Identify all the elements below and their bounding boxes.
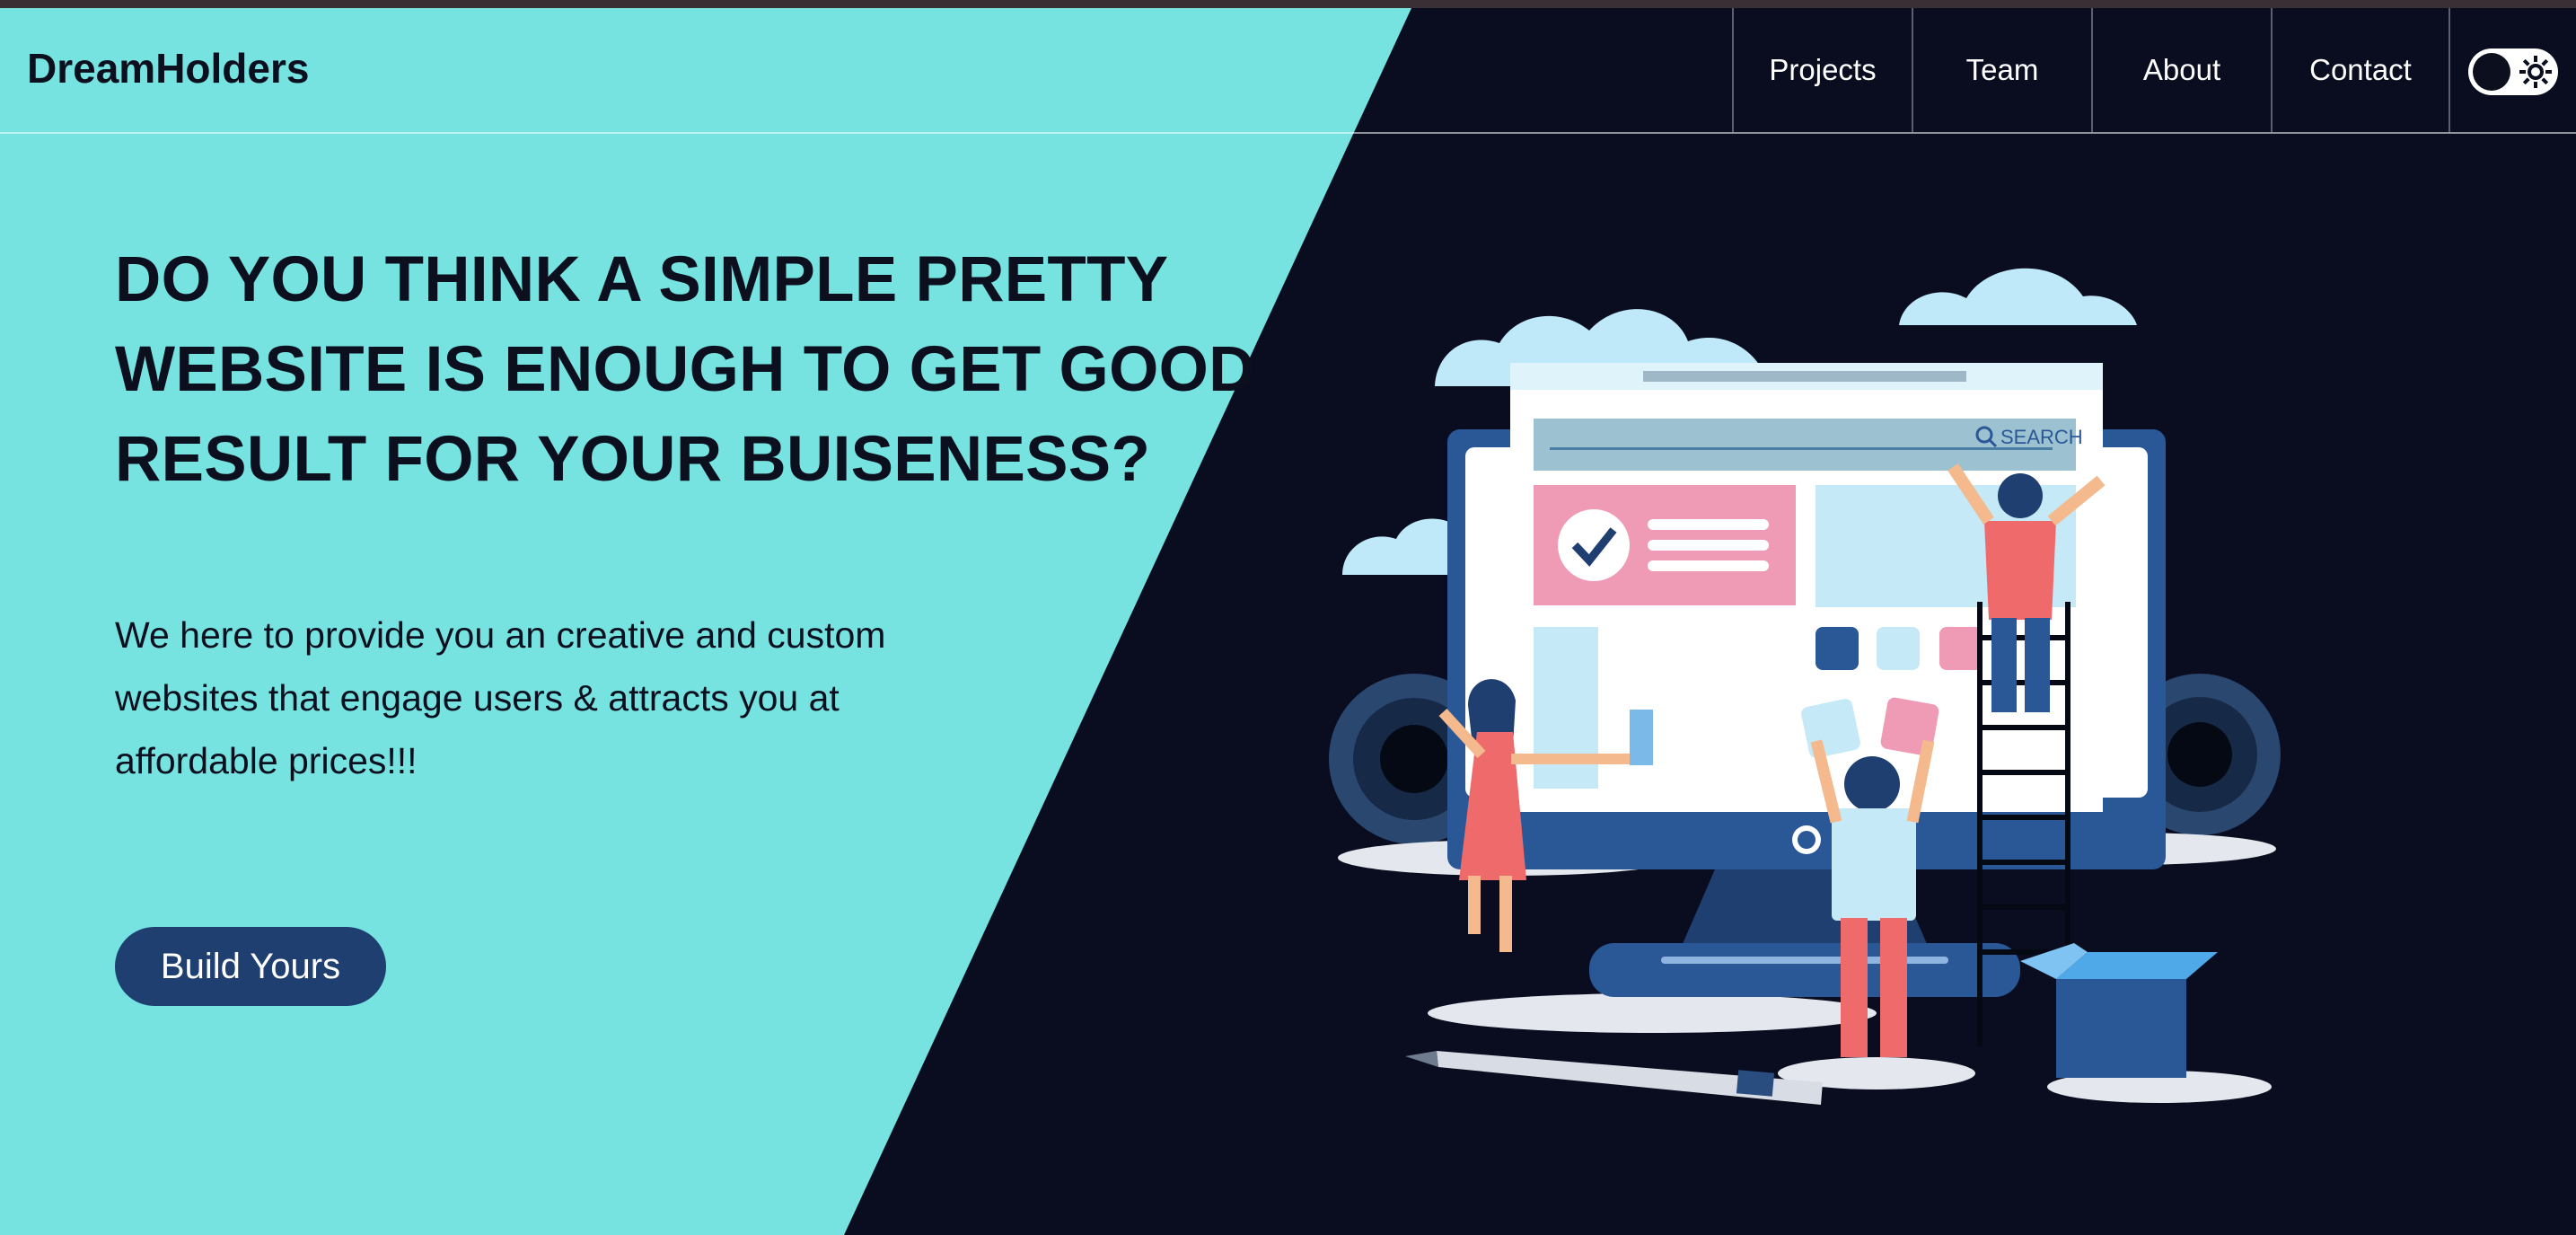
hero-title-line: RESULT FOR YOUR BUISENESS? xyxy=(115,424,1151,495)
box-icon xyxy=(2020,943,2218,1078)
hero-description: We here to provide you an creative and c… xyxy=(115,604,1013,792)
hero-title-line: DO YOU THINK A SIMPLE PRETTY xyxy=(115,244,1169,315)
theme-toggle[interactable] xyxy=(2468,49,2558,95)
hero-illustration: SEARCH xyxy=(1329,268,2281,1105)
hero-text-line: affordable prices!!! xyxy=(115,740,418,781)
search-label: SEARCH xyxy=(2000,426,2083,448)
hero-title-line: WEBSITE IS ENOUGH TO GET GOOD xyxy=(115,334,1255,405)
window-top-strip xyxy=(0,0,2576,8)
hero-text-line: websites that engage users & attracts yo… xyxy=(115,677,840,719)
brand-logo[interactable]: DreamHolders xyxy=(27,44,309,93)
sun-icon xyxy=(2519,56,2552,88)
pencil-icon xyxy=(1405,1051,1823,1105)
nav-links: Projects Team About Contact xyxy=(1732,8,2450,132)
nav-contact[interactable]: Contact xyxy=(2271,8,2450,132)
hero-text-line: We here to provide you an creative and c… xyxy=(115,614,886,656)
navbar: DreamHolders Projects Team About Contact xyxy=(0,8,2576,134)
toggle-knob xyxy=(2473,53,2510,91)
nav-team[interactable]: Team xyxy=(1912,8,2091,132)
nav-projects[interactable]: Projects xyxy=(1732,8,1912,132)
build-yours-button[interactable]: Build Yours xyxy=(115,927,386,1006)
nav-about[interactable]: About xyxy=(2091,8,2271,132)
hero-title: DO YOU THINK A SIMPLE PRETTY WEBSITE IS … xyxy=(115,235,1327,505)
